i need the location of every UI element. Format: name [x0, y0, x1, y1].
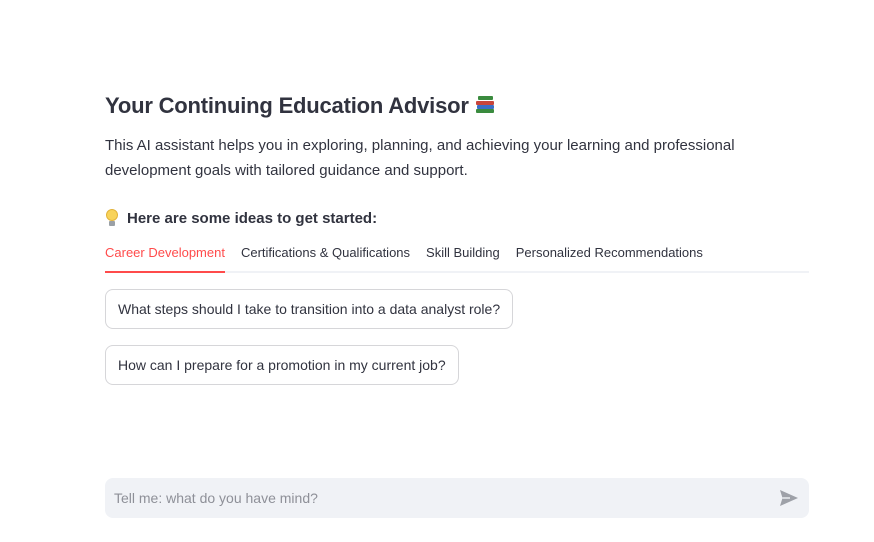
- tab-career-development[interactable]: Career Development: [105, 242, 225, 273]
- app-page: Your Continuing Education Advisor This A…: [0, 0, 874, 542]
- suggestion-button-data-analyst[interactable]: What steps should I take to transition i…: [105, 289, 514, 329]
- chat-input-bar: [105, 478, 809, 518]
- tab-certifications-qualifications[interactable]: Certifications & Qualifications: [241, 242, 410, 273]
- page-title: Your Continuing Education Advisor: [105, 93, 469, 118]
- main-content: Your Continuing Education Advisor This A…: [105, 90, 809, 401]
- ideas-label: Here are some ideas to get started:: [127, 209, 378, 227]
- intro-description: This AI assistant helps you in exploring…: [105, 137, 735, 179]
- books-icon: [475, 94, 495, 114]
- lightbulb-icon: [105, 209, 119, 227]
- tab-bar: Career Development Certifications & Qual…: [105, 242, 809, 273]
- tab-skill-building[interactable]: Skill Building: [426, 242, 500, 273]
- suggestion-button-promotion[interactable]: How can I prepare for a promotion in my …: [105, 345, 459, 385]
- send-icon[interactable]: [769, 478, 809, 518]
- suggestion-list: What steps should I take to transition i…: [105, 289, 809, 401]
- title-row: Your Continuing Education Advisor: [105, 90, 809, 122]
- ideas-heading: Here are some ideas to get started:: [105, 207, 809, 229]
- tab-personalized-recommendations[interactable]: Personalized Recommendations: [516, 242, 703, 273]
- chat-input[interactable]: [105, 478, 769, 518]
